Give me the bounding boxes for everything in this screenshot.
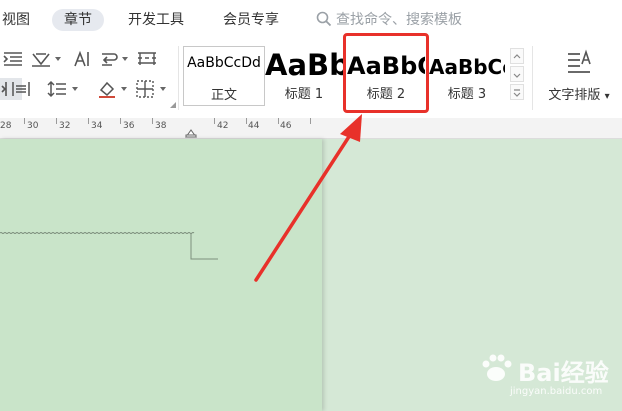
ruler-tick <box>152 118 153 124</box>
borders-icon[interactable] <box>134 78 156 100</box>
text-layout-label: 文字排版 ▾ <box>548 88 610 103</box>
chevron-down-icon[interactable] <box>72 87 78 91</box>
ruler-tick <box>246 118 247 124</box>
scroll-up-icon[interactable] <box>510 48 524 64</box>
line-break-icon[interactable] <box>98 48 120 70</box>
divider <box>532 46 533 110</box>
char-spacing-icon[interactable] <box>30 48 52 70</box>
ruler-label: 34 <box>91 121 103 131</box>
style-sample: AaBbCcDd <box>187 55 261 71</box>
style-sample: AaBbCc <box>429 55 505 79</box>
watermark-brand: Bai经验 <box>518 359 609 387</box>
text-layout-icon <box>568 49 591 73</box>
chevron-down-icon[interactable] <box>121 87 127 91</box>
highlight-box <box>343 33 429 113</box>
style-name: 标题 3 <box>447 87 487 102</box>
watermark-logo: Bai经验 jingyan.baidu.com <box>470 350 610 406</box>
text-direction-icon[interactable] <box>70 48 92 70</box>
ruler-label: 42 <box>217 121 229 131</box>
paragraph-spacing-icon[interactable] <box>10 78 32 100</box>
gallery-scroll <box>508 46 526 104</box>
ruler-tick <box>24 118 25 124</box>
horizontal-ruler: 28 30 32 34 36 38 42 44 46 <box>0 118 622 139</box>
watermark-url: jingyan.baidu.com <box>510 386 603 397</box>
ruler-label: 44 <box>248 121 260 131</box>
text-layout-button[interactable]: 文字排版 ▾ <box>542 46 616 106</box>
group-expand-icon[interactable] <box>170 102 176 108</box>
chevron-down-icon[interactable] <box>160 87 166 91</box>
ruler-label: 32 <box>59 121 71 131</box>
menu-view[interactable]: 视图 <box>2 9 30 31</box>
search-icon <box>316 11 332 27</box>
ruler-tick <box>88 118 89 124</box>
ruler-tick <box>120 118 121 124</box>
menu-developer-tools[interactable]: 开发工具 <box>128 9 184 31</box>
chevron-down-icon[interactable] <box>55 57 61 61</box>
menu-bar: 视图 章节 开发工具 会员专享 查找命令、搜索模板 <box>0 0 622 40</box>
style-normal[interactable]: AaBbCcDd 正文 <box>183 46 265 106</box>
ruler-tick <box>214 118 215 124</box>
scroll-down-icon[interactable] <box>510 66 524 82</box>
page-margin-guide <box>0 232 218 260</box>
gallery-more-icon[interactable] <box>510 84 524 100</box>
menu-section[interactable]: 章节 <box>52 9 104 31</box>
ruler-tick <box>278 118 279 124</box>
ribbon: AaBbCcDd 正文 AaBb 标题 1 AaBbC 标题 2 AaBbCc … <box>0 40 622 119</box>
style-name: 标题 1 <box>284 87 324 102</box>
command-search[interactable]: 查找命令、搜索模板 <box>316 9 462 31</box>
indent-marker-icon[interactable] <box>185 124 197 138</box>
shading-fill-icon[interactable] <box>96 78 118 100</box>
ruler-label: 46 <box>280 121 292 131</box>
ruler-label: 38 <box>155 121 167 131</box>
style-sample: AaBb <box>265 48 343 82</box>
ruler-label: 36 <box>123 121 135 131</box>
paw-icon <box>482 354 512 381</box>
ruler-tick <box>56 118 57 124</box>
style-name: 正文 <box>210 88 237 103</box>
indent-icon[interactable] <box>2 48 24 70</box>
divider <box>178 46 179 110</box>
style-heading-1[interactable]: AaBb 标题 1 <box>265 46 343 104</box>
ruler-label: 28 <box>0 121 12 131</box>
search-placeholder: 查找命令、搜索模板 <box>336 12 462 28</box>
menu-member-exclusive[interactable]: 会员专享 <box>223 9 279 31</box>
chevron-down-icon[interactable] <box>122 57 128 61</box>
line-spacing-icon[interactable] <box>46 78 68 100</box>
ruler-tick <box>310 118 311 124</box>
table-format-icon[interactable] <box>136 48 158 70</box>
ruler-label: 30 <box>27 121 39 131</box>
style-heading-3[interactable]: AaBbCc 标题 3 <box>429 46 505 104</box>
document-page[interactable] <box>0 139 322 411</box>
